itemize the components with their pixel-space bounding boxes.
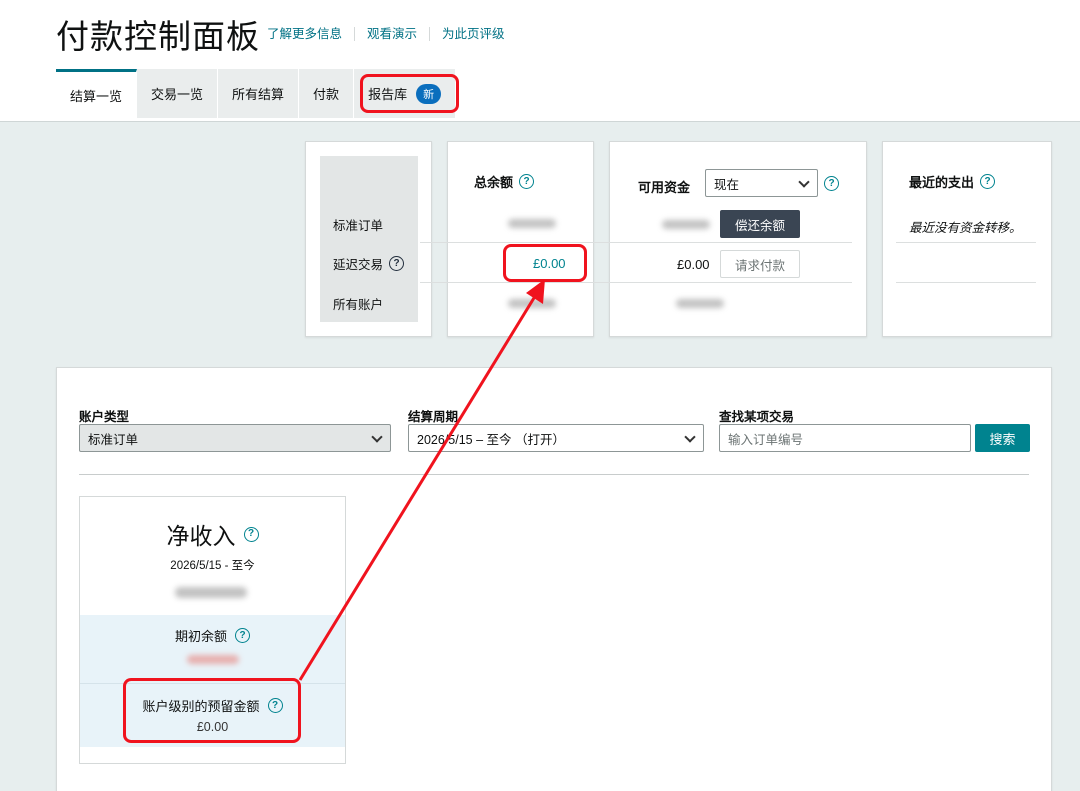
recent-payout-title: 最近的支出? bbox=[909, 172, 996, 191]
question-circle-icon[interactable]: ? bbox=[243, 526, 259, 542]
title-text: 可用资金 bbox=[638, 180, 691, 195]
watch-demo-link[interactable]: 观看演示 bbox=[354, 27, 429, 41]
tab-label: 所有结算 bbox=[232, 87, 285, 102]
row-divider bbox=[896, 242, 1036, 243]
account-type-select[interactable]: 标准订单 bbox=[79, 424, 391, 452]
blurred-net-income bbox=[175, 587, 247, 598]
search-button[interactable]: 搜索 bbox=[975, 424, 1030, 452]
funds-timing-select[interactable]: 现在 bbox=[705, 169, 818, 197]
page-title: 付款控制面板 bbox=[56, 18, 260, 55]
total-balance-card: 总余额? £0.00 bbox=[447, 141, 594, 337]
repay-balance-button[interactable]: 偿还余额 bbox=[720, 210, 800, 238]
tab-transactions-overview[interactable]: 交易一览 bbox=[137, 69, 219, 118]
row-divider bbox=[896, 282, 1036, 283]
learn-more-link[interactable]: 了解更多信息 bbox=[267, 27, 354, 41]
deferred-available-value: £0.00 bbox=[677, 257, 710, 272]
row-labels-card: 标准订单 延迟交易? 所有账户 bbox=[305, 141, 432, 337]
question-circle-icon[interactable]: ? bbox=[267, 698, 283, 713]
row-label-deferred: 延迟交易? bbox=[333, 254, 405, 273]
deferred-total-value[interactable]: £0.00 bbox=[533, 256, 566, 271]
opening-balance-label: 期初余额? bbox=[80, 626, 345, 645]
no-transfers-message: 最近没有资金转移。 bbox=[909, 221, 1022, 235]
row-label-text: 标准订单 bbox=[333, 219, 384, 233]
title-text: 总余额 bbox=[474, 175, 514, 190]
row-label-standard-orders: 标准订单 bbox=[333, 215, 383, 234]
tab-label: 结算一览 bbox=[70, 88, 123, 104]
reserve-section: 账户级别的预留金额? £0.00 bbox=[80, 683, 345, 747]
filter-divider bbox=[79, 474, 1029, 475]
tab-payments[interactable]: 付款 bbox=[299, 69, 355, 118]
tab-all-settlements[interactable]: 所有结算 bbox=[218, 69, 300, 118]
settlement-panel: 账户类型 标准订单 结算周期 2026/5/15 – 至今 （打开） 查找某项交… bbox=[56, 367, 1052, 791]
label-text: 期初余额 bbox=[174, 629, 227, 644]
settlement-period-select[interactable]: 2026/5/15 – 至今 （打开） bbox=[408, 424, 704, 452]
tab-label: 报告库 bbox=[368, 87, 408, 102]
chevron-down-icon bbox=[371, 431, 383, 443]
total-balance-title: 总余额? bbox=[474, 172, 535, 191]
question-circle-icon[interactable]: ? bbox=[235, 628, 250, 643]
tab-bar: 结算一览 交易一览 所有结算 付款 报告库新 bbox=[56, 69, 457, 118]
net-income-period: 2026/5/15 - 至今 bbox=[170, 560, 255, 572]
select-value: 现在 bbox=[714, 177, 740, 192]
row-label-all-accounts: 所有账户 bbox=[333, 294, 383, 313]
row-label-text: 所有账户 bbox=[333, 298, 384, 312]
request-payment-button[interactable]: 请求付款 bbox=[720, 250, 800, 278]
question-circle-icon[interactable]: ? bbox=[980, 174, 996, 189]
blurred-value bbox=[662, 220, 710, 229]
net-income-title: 净收入? bbox=[80, 517, 345, 551]
row-divider bbox=[420, 242, 852, 243]
available-funds-title: 可用资金 bbox=[638, 177, 690, 196]
title-text: 净收入 bbox=[166, 523, 236, 549]
select-value: 标准订单 bbox=[88, 432, 139, 447]
question-circle-icon[interactable]: ? bbox=[389, 256, 405, 271]
recent-payout-card: 最近的支出? 最近没有资金转移。 bbox=[882, 141, 1052, 337]
chevron-down-icon bbox=[684, 431, 696, 443]
reserve-label: 账户级别的预留金额? bbox=[80, 696, 345, 715]
blurred-opening-balance bbox=[187, 655, 239, 664]
tab-label: 付款 bbox=[313, 87, 340, 102]
question-circle-icon[interactable]: ? bbox=[519, 174, 535, 189]
order-number-input[interactable]: 输入订单编号 bbox=[719, 424, 971, 452]
settlement-period-label: 结算周期 bbox=[408, 410, 459, 424]
reserve-value: £0.00 bbox=[196, 720, 229, 734]
blurred-value bbox=[508, 299, 556, 308]
select-value: 2026/5/15 – 至今 （打开） bbox=[417, 432, 565, 447]
tab-settlement-overview[interactable]: 结算一览 bbox=[56, 69, 138, 118]
page-header: 付款控制面板 了解更多信息 观看演示 为此页评级 结算一览 交易一览 所有结算 … bbox=[0, 0, 1080, 122]
chevron-down-icon bbox=[798, 176, 810, 188]
blurred-value bbox=[508, 219, 556, 228]
blurred-value bbox=[676, 299, 724, 308]
row-divider bbox=[420, 282, 852, 283]
new-badge: 新 bbox=[416, 83, 442, 104]
account-type-label: 账户类型 bbox=[79, 410, 130, 424]
rate-page-link[interactable]: 为此页评级 bbox=[429, 27, 517, 41]
header-links: 了解更多信息 观看演示 为此页评级 bbox=[267, 27, 517, 41]
net-income-card: 净收入? 2026/5/15 - 至今 期初余额? 账户级别的预留金额? £0.… bbox=[79, 496, 346, 764]
row-label-text: 延迟交易 bbox=[333, 258, 384, 272]
opening-balance-section: 期初余额? bbox=[80, 615, 345, 683]
tab-report-library[interactable]: 报告库新 bbox=[354, 69, 457, 118]
label-text: 账户级别的预留金额 bbox=[142, 699, 260, 714]
find-transaction-label: 查找某项交易 bbox=[719, 410, 795, 424]
question-circle-icon[interactable]: ? bbox=[824, 176, 839, 191]
tab-label: 交易一览 bbox=[151, 87, 204, 102]
available-funds-card: 可用资金 现在 ? 偿还余额 £0.00 请求付款 bbox=[609, 141, 867, 337]
title-text: 最近的支出 bbox=[909, 175, 975, 190]
